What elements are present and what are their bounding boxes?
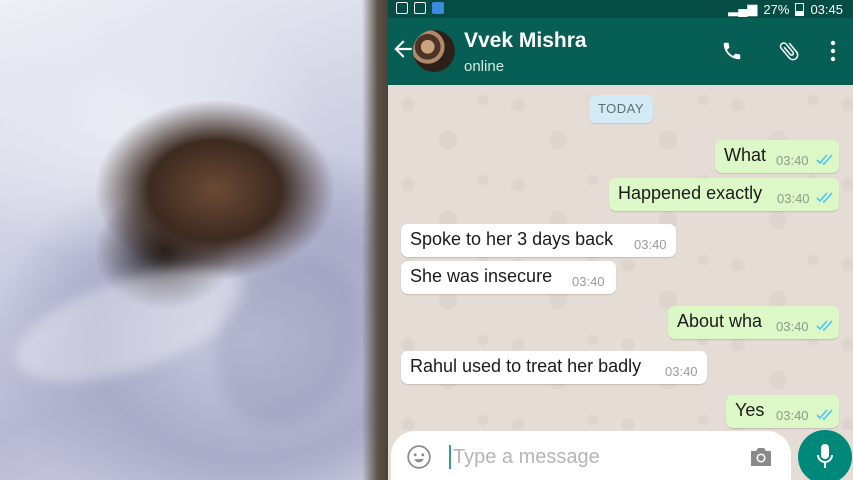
message-time: 03:40 [776,319,809,334]
status-bar: ▂▄▆ 27% 03:45 [388,0,853,18]
battery-percent: 27% [763,1,790,17]
more-vert-icon[interactable] [829,40,837,62]
read-ticks-icon [816,409,833,421]
blanket-fold [188,228,388,452]
message-time: 03:40 [776,408,809,423]
read-ticks-icon [816,154,833,166]
message-input-container: Type a message [391,431,791,480]
message-text: Happened exactly [618,183,763,203]
signal-icon: ▂▄▆ [728,1,758,16]
attach-icon[interactable] [777,39,801,63]
read-ticks-icon [816,320,833,332]
message-time: 03:40 [776,153,809,168]
photo-edge [362,0,388,480]
clock: 03:45 [810,1,843,17]
battery-icon [795,2,805,16]
left-photo [0,0,388,480]
message-text: Yes [735,400,765,420]
mic-icon [817,444,833,468]
contact-status: online [464,58,505,75]
avatar[interactable] [413,30,455,72]
text-caret [449,445,451,469]
message-text: Spoke to her 3 days back [410,229,614,249]
outgoing-message[interactable]: Yes 03:40 [726,395,839,428]
message-time: 03:40 [777,191,810,206]
emoji-icon[interactable] [406,444,432,470]
message-list[interactable]: TODAY What 03:40 Happened exactly 03:40 … [388,85,853,430]
composer-bar: Type a message [388,430,853,480]
camera-icon[interactable] [748,446,774,468]
outgoing-message[interactable]: Happened exactly 03:40 [609,178,839,211]
incoming-message[interactable]: She was insecure 03:40 [401,261,616,294]
read-ticks-icon [816,192,833,204]
message-text: Rahul used to treat her badly [410,356,642,376]
notification-icon [432,2,444,14]
message-text: About wha [677,311,763,331]
outgoing-message[interactable]: What 03:40 [715,140,839,173]
notification-icon [396,2,408,14]
message-text: What [724,145,767,165]
message-input[interactable]: Type a message [453,446,600,469]
outgoing-message[interactable]: About wha 03:40 [668,306,839,339]
chat-header: Vvek Mishra online [388,18,853,85]
mic-button[interactable] [798,430,852,480]
message-time: 03:40 [634,237,667,252]
date-chip: TODAY [589,95,653,123]
message-text: She was insecure [410,266,553,286]
call-icon[interactable] [721,40,743,62]
incoming-message[interactable]: Spoke to her 3 days back 03:40 [401,224,676,257]
notification-icon [414,2,426,14]
incoming-message[interactable]: Rahul used to treat her badly 03:40 [401,351,707,384]
message-time: 03:40 [665,364,698,379]
contact-name[interactable]: Vvek Mishra [464,29,587,53]
whatsapp-screen: ▂▄▆ 27% 03:45 Vvek Mishra online TODAY W… [388,0,853,480]
message-time: 03:40 [572,274,605,289]
